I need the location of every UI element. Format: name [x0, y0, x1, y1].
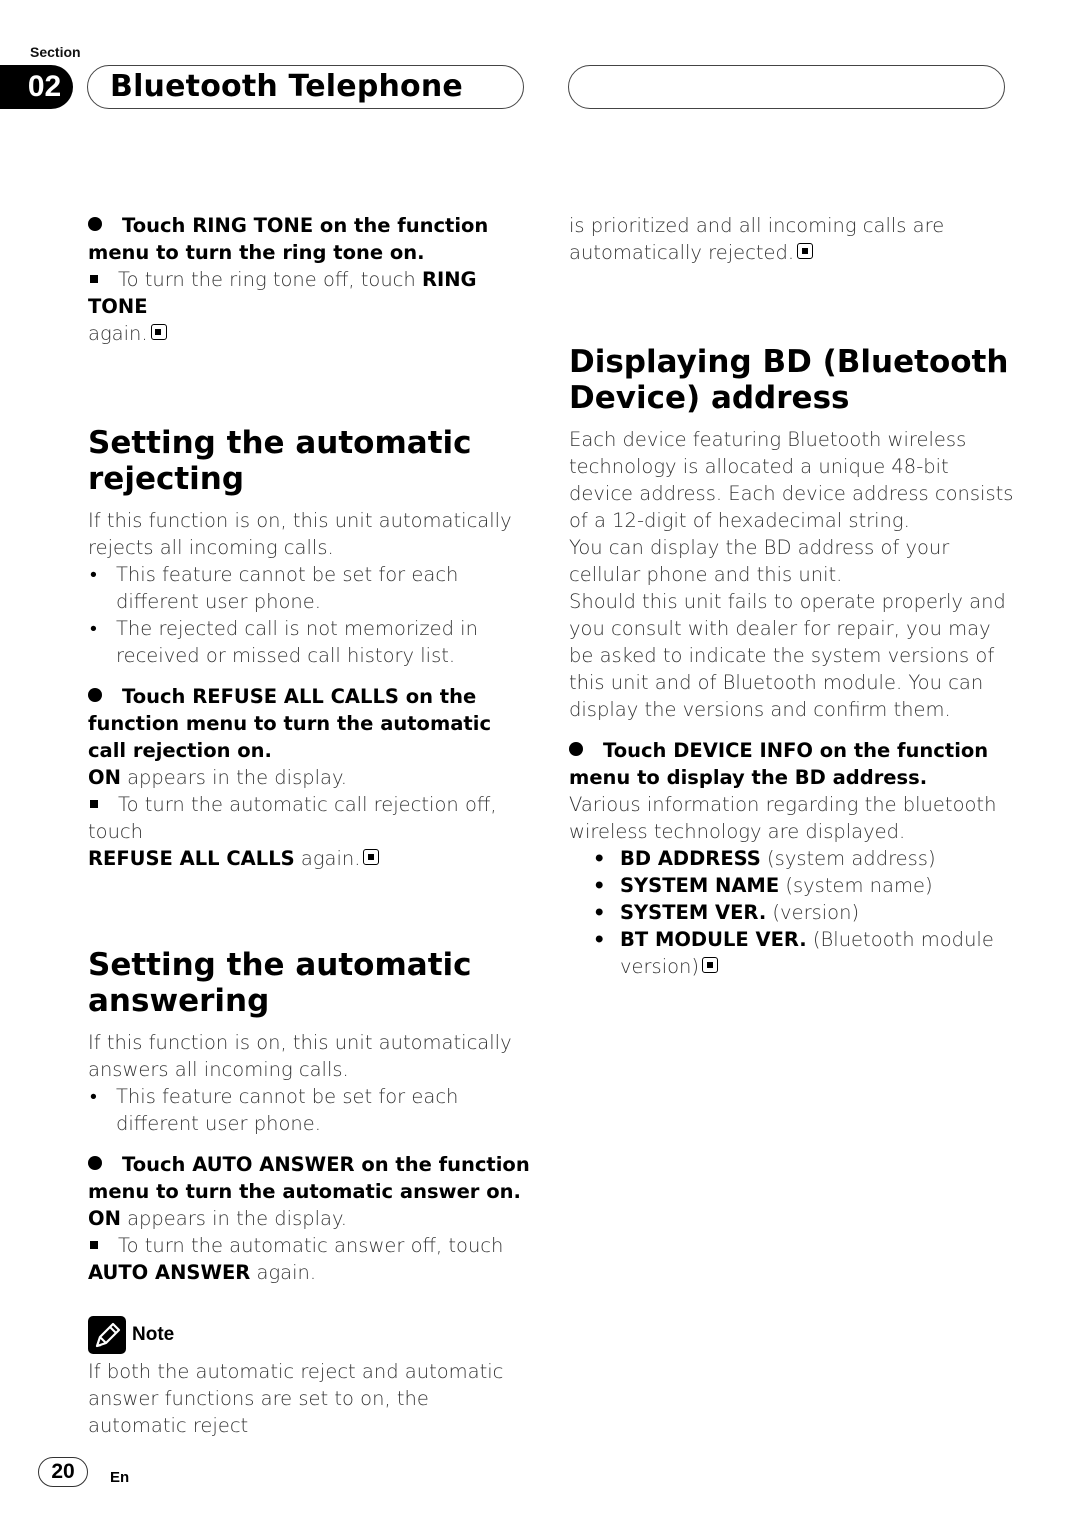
result-keyword: ON	[88, 766, 121, 789]
item-keyword: SYSTEM VER.	[620, 901, 767, 924]
section-title-box: Bluetooth Telephone	[87, 65, 524, 109]
device-info-item: SYSTEM NAME (system name)	[569, 872, 1014, 899]
ring-tone-off-note: To turn the ring tone off, touch RING TO…	[88, 266, 533, 347]
device-info-item: SYSTEM VER. (version)	[569, 899, 1014, 926]
result-text: appears in the display.	[120, 766, 347, 789]
heading-automatic-rejecting: Setting the automatic rejecting	[88, 425, 472, 497]
device-info-item: BT MODULE VER. (Bluetooth module version…	[569, 926, 1010, 980]
item-desc: (system name)	[779, 874, 933, 897]
page-number: 20	[38, 1457, 88, 1487]
note-text: To turn the automatic call rejection off…	[88, 793, 497, 843]
end-mark-icon	[702, 957, 719, 973]
end-mark-icon	[363, 849, 380, 865]
note-text: again.	[294, 847, 361, 870]
bd-paragraph: Each device featuring Bluetooth wireless…	[569, 428, 1014, 532]
note-header: Note	[88, 1316, 533, 1354]
note-text: again.	[250, 1261, 317, 1284]
section-number-badge: 02	[0, 65, 73, 109]
blank-header-box	[568, 65, 1005, 109]
ring-tone-step: Touch RING TONE on the function menu to …	[88, 212, 533, 266]
heading-automatic-answering: Setting the automatic answering	[88, 947, 472, 1019]
note-keyword: REFUSE ALL CALLS	[88, 847, 295, 870]
step-bullet-icon	[88, 688, 102, 702]
note-square-icon	[90, 800, 98, 808]
answering-off-note: To turn the automatic answer off, touch A…	[88, 1232, 533, 1286]
step-text: Touch	[122, 1153, 193, 1176]
result-text: appears in the display.	[120, 1207, 347, 1230]
step-keyword: REFUSE ALL CALLS	[192, 685, 399, 708]
note-text: To turn the automatic answer off, touch	[118, 1234, 504, 1257]
refuse-all-calls-step: Touch REFUSE ALL CALLS on the function m…	[88, 683, 533, 764]
answering-result: ON appears in the display.	[88, 1205, 533, 1232]
rejecting-off-note: To turn the automatic call rejection off…	[88, 791, 533, 872]
step-bullet-icon	[88, 1156, 102, 1170]
item-desc: (system address)	[760, 847, 936, 870]
note-text: To turn the ring tone off, touch	[118, 268, 422, 291]
note-square-icon	[90, 275, 98, 283]
note-text: again.	[88, 322, 148, 345]
device-info-item: BD ADDRESS (system address)	[569, 845, 1014, 872]
step-text: Touch	[603, 739, 674, 762]
item-keyword: BD ADDRESS	[620, 847, 761, 870]
rejecting-result: ON appears in the display.	[88, 764, 533, 791]
step-keyword: AUTO ANSWER	[192, 1153, 355, 1176]
rejecting-bullet: This feature cannot be set for each diff…	[88, 561, 533, 615]
result-keyword: ON	[88, 1207, 121, 1230]
step-keyword: DEVICE INFO	[673, 739, 813, 762]
item-keyword: BT MODULE VER.	[620, 928, 807, 951]
answering-intro: If this function is on, this unit automa…	[88, 1031, 512, 1081]
continued-text: is prioritized and all incoming calls ar…	[569, 214, 945, 264]
left-column: Touch RING TONE on the function menu to …	[88, 212, 533, 1439]
step-text: Touch	[122, 685, 193, 708]
answering-bullet: This feature cannot be set for each diff…	[88, 1083, 533, 1137]
right-column: is prioritized and all incoming calls ar…	[569, 212, 1014, 980]
section-label: Section	[30, 44, 81, 60]
note-keyword: AUTO ANSWER	[88, 1261, 251, 1284]
step-text: Touch	[122, 214, 193, 237]
step-bullet-icon	[88, 217, 102, 231]
note-text: If both the automatic reject and automat…	[88, 1360, 504, 1437]
bd-paragraph: Should this unit fails to operate proper…	[569, 590, 1006, 721]
end-mark-icon	[150, 324, 167, 340]
language-code: En	[110, 1469, 130, 1486]
device-info-step: Touch DEVICE INFO on the function menu t…	[569, 737, 1014, 791]
rejecting-bullet: The rejected call is not memorized in re…	[88, 615, 533, 669]
end-mark-icon	[797, 243, 814, 259]
rejecting-intro: If this function is on, this unit automa…	[88, 509, 512, 559]
pencil-note-icon	[88, 1316, 126, 1354]
device-info-description: Various information regarding the blueto…	[569, 793, 997, 843]
section-title: Bluetooth Telephone	[110, 69, 463, 104]
item-keyword: SYSTEM NAME	[620, 874, 780, 897]
bd-paragraph: You can display the BD address of your c…	[569, 536, 950, 586]
note-label: Note	[132, 1324, 175, 1345]
item-desc: (version)	[766, 901, 860, 924]
step-bullet-icon	[569, 742, 583, 756]
note-square-icon	[90, 1241, 98, 1249]
step-keyword: RING TONE	[192, 214, 314, 237]
heading-bd-address: Displaying BD (Bluetooth Device) address	[569, 344, 1009, 416]
continued-note-text: is prioritized and all incoming calls ar…	[569, 212, 1014, 266]
auto-answer-step: Touch AUTO ANSWER on the function menu t…	[88, 1151, 533, 1205]
